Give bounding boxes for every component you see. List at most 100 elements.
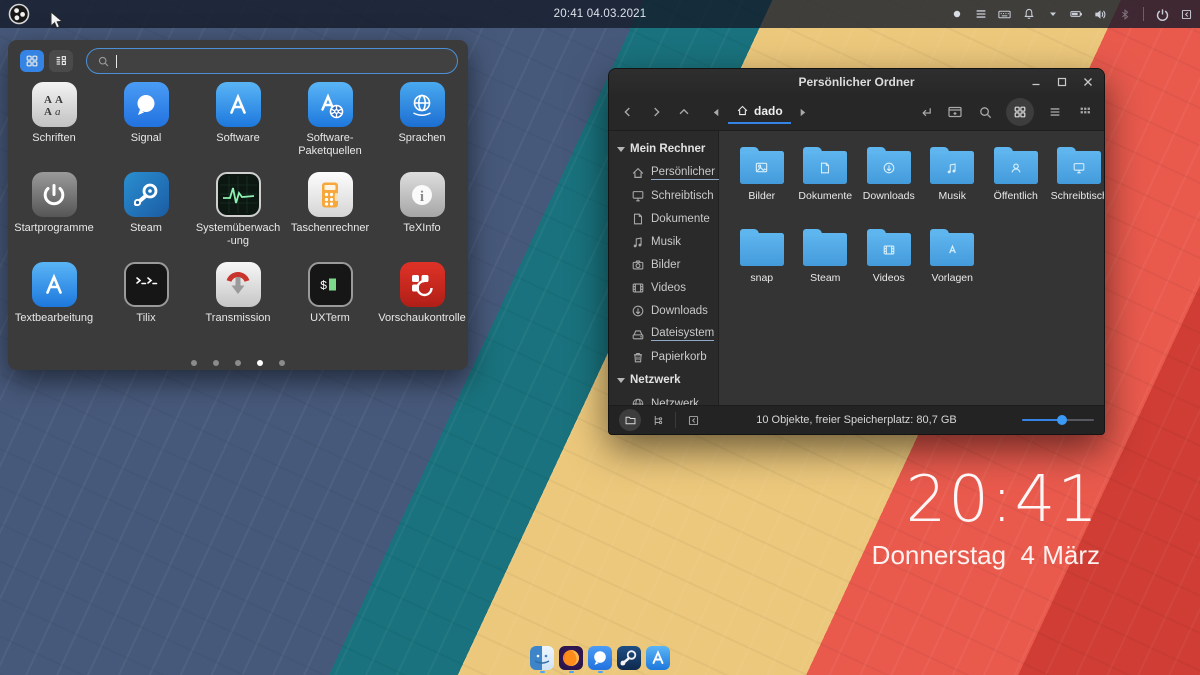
launcher-app-tilix[interactable]: Tilix	[100, 262, 192, 352]
launcher-app-signal[interactable]: Signal	[100, 82, 192, 172]
minimize-button[interactable]	[1030, 76, 1042, 88]
sidebar-item-camera[interactable]: Bilder	[609, 253, 718, 276]
launcher-app-text-editor[interactable]: Textbearbeitung	[8, 262, 100, 352]
menu-icon[interactable]	[973, 7, 988, 22]
desktop-icon	[631, 189, 645, 203]
breadcrumb-scroll-right-icon[interactable]	[794, 103, 812, 121]
dock-item-files[interactable]	[530, 646, 554, 674]
list-view-button[interactable]	[1046, 103, 1064, 121]
launcher-app-system-monitor[interactable]: Systemüberwach-ung	[192, 172, 284, 262]
preview-icon	[400, 262, 445, 307]
list-view-toggle[interactable]	[49, 50, 73, 72]
grid-icon	[25, 54, 39, 68]
page-dot-3[interactable]	[235, 360, 241, 366]
launcher-app-software[interactable]: Software	[192, 82, 284, 172]
folder-item[interactable]: Bilder	[731, 143, 793, 225]
svg-text:A: A	[55, 94, 63, 106]
zoom-slider[interactable]	[1022, 413, 1094, 427]
page-dot-2[interactable]	[213, 360, 219, 366]
dock-item-firefox[interactable]	[559, 646, 583, 674]
volume-icon[interactable]	[1093, 7, 1108, 22]
folder-item[interactable]: Downloads	[858, 143, 920, 225]
folder-item[interactable]: Videos	[858, 225, 920, 307]
dock-item-steam[interactable]	[617, 646, 641, 674]
folder-view[interactable]: BilderDokumenteDownloadsMusikÖffentlich S…	[719, 131, 1104, 405]
toggle-location-entry-icon[interactable]	[916, 103, 934, 121]
keyboard-icon[interactable]	[997, 7, 1012, 22]
sidebar-item-label: Persönlicher …	[651, 166, 730, 180]
trash-icon	[631, 350, 645, 364]
folder-item[interactable]: snap	[731, 225, 793, 307]
folder-item[interactable]: Steam	[795, 225, 857, 307]
sidebar-item-trash[interactable]: Papierkorb	[609, 345, 718, 368]
text-editor-icon	[32, 262, 77, 307]
bell-icon[interactable]	[1021, 7, 1036, 22]
svg-text:a: a	[55, 106, 61, 118]
launcher-app-startup[interactable]: Startprogramme	[8, 172, 100, 262]
running-indicator	[569, 671, 574, 674]
launcher-app-steam[interactable]: Steam	[100, 172, 192, 262]
grid-view-toggle[interactable]	[20, 50, 44, 72]
folder-item[interactable]: Öffentlich	[985, 143, 1047, 225]
folder-item[interactable]: Dokumente	[795, 143, 857, 225]
launcher-app-calculator[interactable]: Taschenrechner	[284, 172, 376, 262]
search-button[interactable]	[976, 103, 994, 121]
sidebar-item-label: Musik	[651, 236, 681, 248]
svg-text:i: i	[420, 189, 424, 205]
launcher-app-fonts[interactable]: AAAaSchriften	[8, 82, 100, 172]
folder-name: Schreibtisch	[1051, 190, 1104, 202]
search-icon	[97, 55, 110, 68]
svg-text:A: A	[44, 94, 52, 106]
launcher-app-transmission[interactable]: Transmission	[192, 262, 284, 352]
sidebar-item-video[interactable]: Videos	[609, 276, 718, 299]
sidebar-section-header[interactable]: Mein Rechner	[609, 137, 718, 161]
power-icon[interactable]	[1155, 7, 1170, 22]
camera-icon	[631, 258, 645, 272]
icon-view-button[interactable]	[1006, 98, 1034, 126]
sidebar-item-drive[interactable]: Dateisystem	[609, 322, 718, 345]
transmission-icon	[216, 262, 261, 307]
launcher-app-preview[interactable]: Vorschaukontrolle	[376, 262, 468, 352]
compact-view-button[interactable]	[1076, 103, 1094, 121]
dock-item-software[interactable]	[646, 646, 670, 674]
sidebar-item-home[interactable]: Persönlicher …	[609, 161, 718, 184]
sidebar-item-document[interactable]: Dokumente	[609, 207, 718, 230]
raven-icon[interactable]	[1179, 7, 1194, 22]
chevron-down-icon	[617, 147, 625, 152]
maximize-button[interactable]	[1056, 76, 1068, 88]
running-indicator	[540, 671, 545, 674]
sidebar-section-header[interactable]: Netzwerk	[609, 368, 718, 392]
clock-date: Donnerstag 4 März	[872, 540, 1100, 571]
sidebar-item-music[interactable]: Musik	[609, 230, 718, 253]
dock-item-signal[interactable]	[588, 646, 612, 674]
search-input[interactable]	[86, 48, 458, 74]
sidebar-item-download[interactable]: Downloads	[609, 299, 718, 322]
up-button[interactable]	[675, 103, 693, 121]
launcher-app-languages[interactable]: Sprachen	[376, 82, 468, 172]
page-dot-5[interactable]	[279, 360, 285, 366]
launcher-app-software-sources[interactable]: Software-Paketquellen	[284, 82, 376, 172]
folder-item[interactable]: Vorlagen	[922, 225, 984, 307]
tilix-icon	[124, 262, 169, 307]
caret-down-icon[interactable]	[1045, 7, 1060, 22]
folder-item[interactable]: Musik	[922, 143, 984, 225]
record-dot-icon[interactable]	[949, 7, 964, 22]
forward-button[interactable]	[647, 103, 665, 121]
breadcrumb-home-button[interactable]: dado	[728, 101, 791, 124]
software-icon	[216, 82, 261, 127]
launcher-app-texinfo[interactable]: iTeXInfo	[376, 172, 468, 262]
window-titlebar[interactable]: Persönlicher Ordner	[609, 69, 1104, 94]
sidebar-item-desktop[interactable]: Schreibtisch	[609, 184, 718, 207]
open-terminal-icon[interactable]	[946, 103, 964, 121]
launcher-app-uxterm[interactable]: $UXTerm	[284, 262, 376, 352]
page-dot-4[interactable]	[257, 360, 263, 366]
breadcrumb-scroll-left-icon[interactable]	[707, 103, 725, 121]
folder-item[interactable]: Schreibtisch	[1049, 143, 1105, 225]
bluetooth-icon[interactable]	[1117, 7, 1132, 22]
close-button[interactable]	[1082, 76, 1094, 88]
page-dot-1[interactable]	[191, 360, 197, 366]
back-button[interactable]	[619, 103, 637, 121]
battery-icon[interactable]	[1069, 7, 1084, 22]
template-emblem-icon	[930, 233, 974, 266]
zoom-slider-knob[interactable]	[1057, 415, 1067, 425]
